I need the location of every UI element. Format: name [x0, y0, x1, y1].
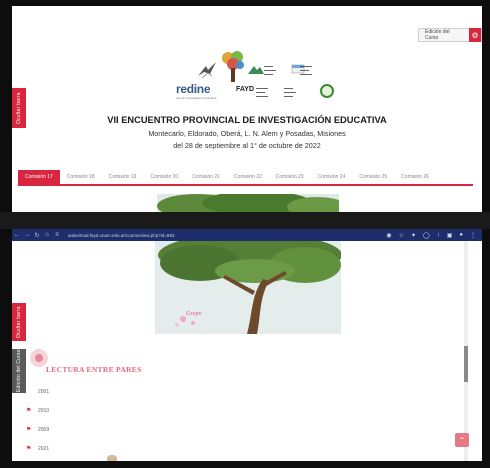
- redine-logo-subtitle: red de investigación educativa: [176, 96, 217, 100]
- grupo-label: Grupo: [186, 311, 202, 317]
- bookmark-star-icon[interactable]: ☆: [399, 232, 404, 239]
- section-title: LECTURA ENTRE PARES: [46, 365, 142, 374]
- browser-address-bar: ← → ↻ ⌂ ≡ aulavirtual.fayd.unam.edu.ar/c…: [12, 229, 482, 241]
- tab-comision-19[interactable]: Comisión 19: [102, 170, 144, 184]
- tab-comision-24[interactable]: Comisión 24: [311, 170, 353, 184]
- sponsor-logos: redine red de investigación educativa FA…: [172, 50, 362, 110]
- screen-gap-band: [0, 212, 490, 229]
- commission-tabs: Comisión 17 Comisión 18 Comisión 19 Comi…: [18, 170, 436, 184]
- home-icon[interactable]: ⌂: [42, 232, 52, 238]
- event-locations: Montecarlo, Eldorado, Oberá, L. N. Alem …: [148, 129, 346, 138]
- year-label: 2010: [38, 407, 50, 414]
- year-label: 2001: [38, 389, 50, 395]
- redine-logo: redine: [176, 82, 211, 96]
- tab-comision-21[interactable]: Comisión 21: [185, 170, 227, 184]
- tab-comision-20[interactable]: Comisión 20: [143, 170, 185, 184]
- tree-banner-image: [155, 241, 341, 334]
- back-arrow-icon[interactable]: ←: [12, 232, 22, 238]
- bookmark-flag-icon: ⚑: [26, 446, 32, 452]
- bird-logo-icon: [198, 62, 216, 79]
- year-label: 2009: [38, 426, 50, 433]
- screen-frame-bottom: [0, 461, 490, 468]
- logo-caption-3: ▬▬▬▬ ▬▬▬ ▬▬▬▬: [256, 86, 268, 98]
- download-icon[interactable]: ↓: [437, 232, 440, 238]
- back-to-top-button[interactable]: ⌃: [455, 433, 469, 447]
- site-info-icon[interactable]: ≡: [52, 232, 62, 238]
- screen-frame-right: [482, 0, 490, 468]
- bookmark-flag-icon: ⚑: [26, 408, 32, 414]
- extensions-icon[interactable]: ✦: [411, 232, 416, 239]
- menu-kebab-icon[interactable]: ⋮: [470, 232, 476, 239]
- event-dates: del 28 de septiembre al 1° de octubre de…: [173, 141, 321, 150]
- account-avatar-icon[interactable]: ●: [459, 232, 463, 238]
- tab-comision-18[interactable]: Comisión 18: [60, 170, 102, 184]
- tab-comision-17[interactable]: Comisión 17: [18, 170, 60, 184]
- round-green-logo-icon: [320, 84, 334, 98]
- profile-icon[interactable]: ◯: [423, 232, 430, 239]
- year-link-2009[interactable]: ⚑ 2009: [26, 426, 50, 434]
- course-edit-side-tab[interactable]: Edición del Curso: [12, 349, 26, 393]
- course-content-page: Ocultar barra Edición del Curso Grupo LE…: [12, 241, 482, 461]
- tree-banner-top-image: [157, 194, 339, 212]
- course-edit-button[interactable]: Edición del Curso ⚙: [418, 28, 482, 42]
- forward-arrow-icon[interactable]: →: [22, 232, 32, 238]
- year-link-2010[interactable]: ⚑ 2010: [26, 407, 50, 415]
- course-header-page: Ocultar barra Edición del Curso ⚙ redine…: [12, 6, 482, 212]
- sidepanel-icon[interactable]: ▣: [447, 232, 453, 239]
- hide-sidebar-tab-lower[interactable]: Ocultar barra: [12, 303, 26, 341]
- reload-icon[interactable]: ↻: [32, 232, 42, 239]
- browser-toolbar-right: ◉ ☆ ✦ ◯ ↓ ▣ ● ⋮: [386, 229, 476, 241]
- screen-frame-left: [0, 0, 12, 468]
- tab-comision-26[interactable]: Comisión 26: [394, 170, 436, 184]
- year-link-2021[interactable]: ⚑ 2021: [26, 445, 50, 453]
- logo-caption-2: ▬▬▬▬ ▬▬▬ ▬▬▬▬: [300, 64, 312, 76]
- mountain-logo-icon: [248, 66, 264, 74]
- tree-logo-icon: [222, 51, 244, 82]
- tabs-underline: [18, 184, 473, 186]
- tab-comision-22[interactable]: Comisión 22: [227, 170, 269, 184]
- logo-caption-4: ▬▬▬ ▬▬▬▬ ▬▬▬: [284, 86, 296, 98]
- course-edit-label: Edición del Curso: [425, 29, 450, 41]
- year-label: 2021: [38, 445, 50, 452]
- url-text[interactable]: aulavirtual.fayd.unam.edu.ar/course/view…: [68, 233, 174, 238]
- tab-comision-23[interactable]: Comisión 23: [269, 170, 311, 184]
- bookmark-flag-icon: ⚑: [26, 427, 32, 433]
- fayd-logo: FAYD: [236, 86, 255, 93]
- translate-icon[interactable]: ◉: [386, 232, 391, 239]
- scrollbar-thumb[interactable]: [464, 346, 468, 382]
- tab-comision-25[interactable]: Comisión 25: [352, 170, 394, 184]
- year-link-2001[interactable]: 2001: [26, 389, 49, 395]
- gear-icon: ⚙: [469, 28, 481, 42]
- logo-caption-1: ▬▬▬ ▬▬▬▬ ▬▬▬: [264, 64, 276, 76]
- event-title: VII ENCUENTRO PROVINCIAL DE INVESTIGACIÓ…: [107, 115, 387, 125]
